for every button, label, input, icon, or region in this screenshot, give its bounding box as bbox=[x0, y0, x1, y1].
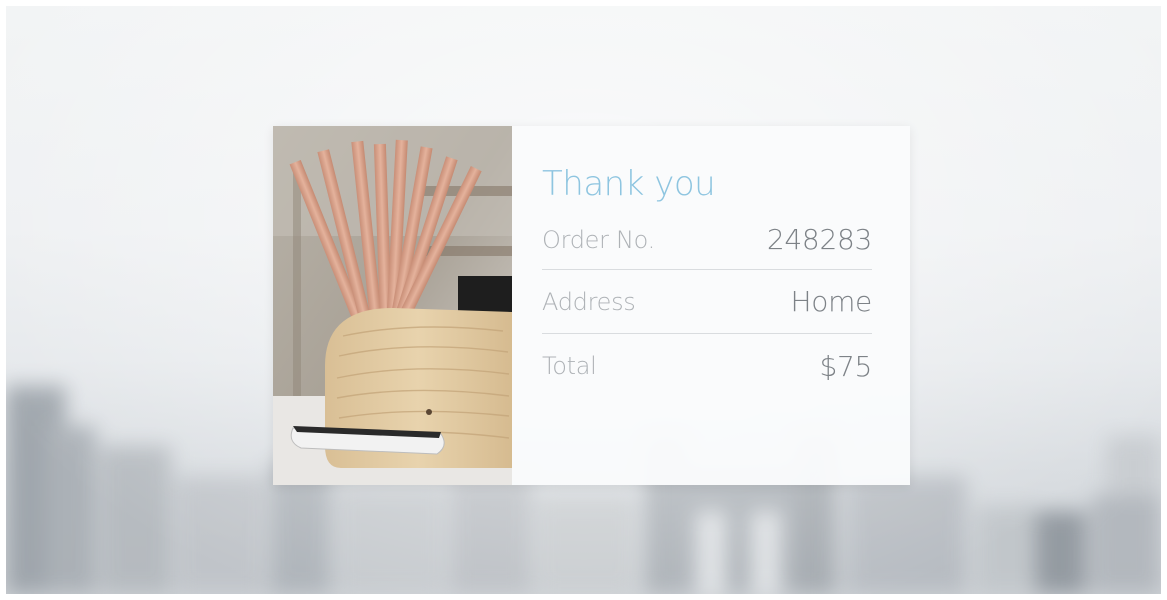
order-number-row: Order No. 248283 bbox=[542, 218, 872, 270]
order-details: Thank you Order No. 248283 Address Home … bbox=[512, 126, 910, 485]
address-value: Home bbox=[790, 285, 873, 318]
total-value: $75 bbox=[819, 349, 872, 383]
address-row: Address Home bbox=[542, 270, 872, 334]
order-number-value: 248283 bbox=[766, 223, 872, 256]
product-photo bbox=[273, 126, 512, 485]
total-row: Total $75 bbox=[542, 334, 872, 398]
total-label: Total bbox=[542, 352, 597, 380]
thank-you-title: Thank you bbox=[542, 164, 716, 204]
order-number-label: Order No. bbox=[542, 225, 655, 254]
address-label: Address bbox=[542, 287, 636, 316]
pencil-holder-illustration bbox=[273, 126, 512, 485]
order-confirmation-card: Thank you Order No. 248283 Address Home … bbox=[273, 126, 910, 485]
